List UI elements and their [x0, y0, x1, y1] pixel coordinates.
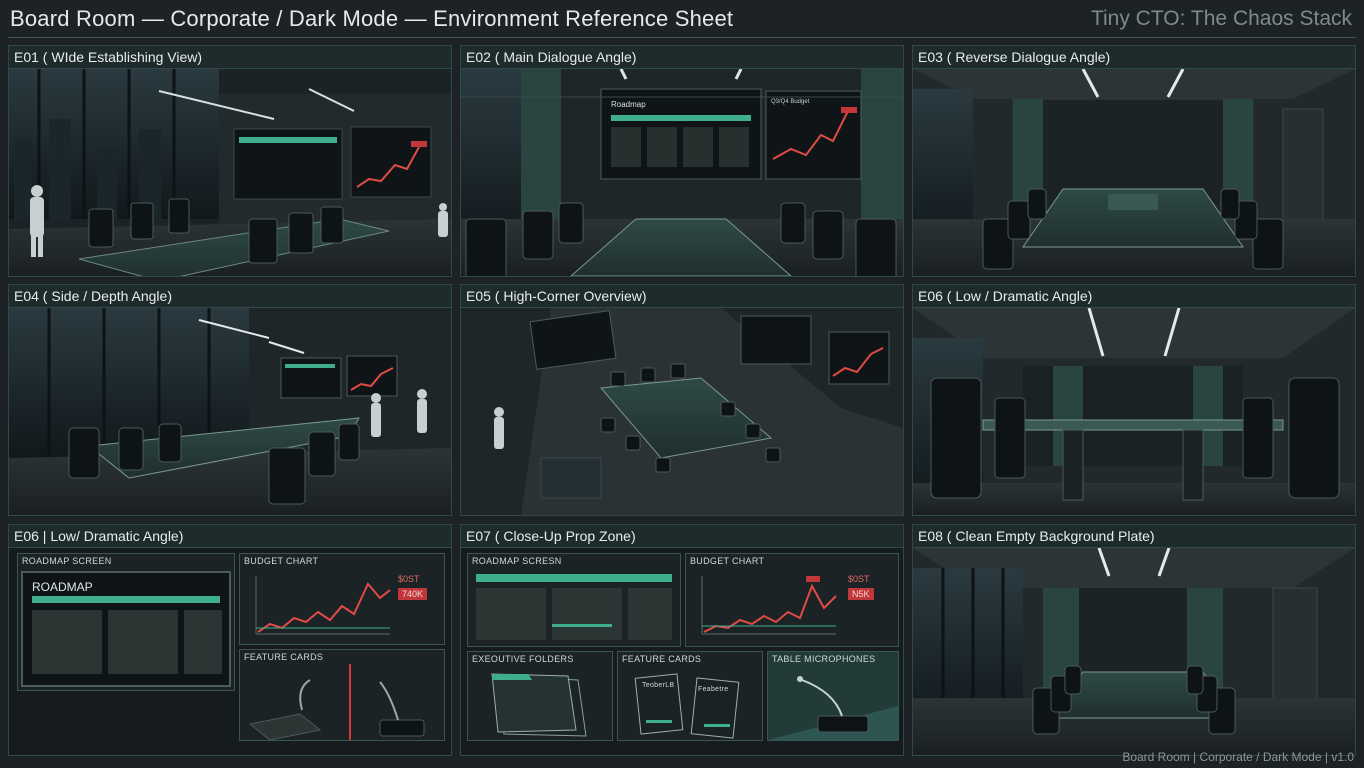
panel-e03[interactable]: E03 ( Reverse Dialogue Angle): [912, 45, 1356, 277]
roadmap-screen-label: ROADMAP SCREEN: [22, 556, 112, 566]
panel-title: E06 | Low/ Dramatic Angle): [9, 525, 451, 548]
cost-label: $0ST: [398, 574, 420, 584]
cost-value-badge: N5K: [848, 588, 874, 600]
microphones-label: TABLE MICROPHONES: [772, 654, 876, 664]
scene-high-corner: [461, 308, 903, 515]
panel-e05[interactable]: E05 ( High-Corner Overview): [460, 284, 904, 516]
panel-e04[interactable]: E04 ( Side / Depth Angle): [8, 284, 452, 516]
footer-version: Board Room | Corporate / Dark Mode | v1.…: [1122, 750, 1354, 764]
panel-title: E01 ( WIde Establishing View): [9, 46, 451, 69]
roadmap-screen-card: ROADMAP SCRESN: [467, 553, 681, 647]
screen-chart-label: Q3/Q4 Budget: [771, 99, 810, 105]
project-brand: Tiny CTO: The Chaos Stack: [1090, 7, 1352, 30]
feature-card-text-2: Feabetre: [698, 686, 729, 693]
header-divider: [8, 37, 1356, 38]
feature-card-text-1: TeoberLB: [642, 682, 675, 689]
budget-chart-card: BUDGET CHART $0ST N5K: [685, 553, 899, 647]
panel-title: E05 ( High-Corner Overview): [461, 285, 903, 308]
executive-folders-card: EXEOUTIVE FOLDERS: [467, 651, 613, 741]
panel-e08[interactable]: E08 ( Clean Empty Background Plate): [912, 524, 1356, 756]
feature-cards-card: FEATURE CARDS TeoberLB Feabetre: [617, 651, 763, 741]
folders-label: EXEOUTIVE FOLDERS: [472, 654, 574, 664]
panel-e06[interactable]: E06 ( Low / Dramatic Angle): [912, 284, 1356, 516]
panel-e01[interactable]: E01 ( WIde Establishing View): [8, 45, 452, 277]
scene-wide-establishing: [9, 69, 451, 276]
table-microphones-card: TABLE MICROPHONES: [767, 651, 899, 741]
feature-cards-label: FEATURE CARDS: [622, 654, 702, 664]
panel-e02[interactable]: E02 ( Main Dialogue Angle) Roadmap Q3/Q4…: [460, 45, 904, 277]
panel-title: E02 ( Main Dialogue Angle): [461, 46, 903, 69]
scene-side-depth: [9, 308, 451, 515]
roadmap-title: ROADMAP: [32, 580, 93, 594]
panel-e07[interactable]: E07 ( Close-Up Prop Zone) ROADMAP SCRESN…: [460, 524, 904, 756]
panel-title: E03 ( Reverse Dialogue Angle): [913, 46, 1355, 69]
budget-chart-label: BUDGET CHART: [244, 556, 319, 566]
panel-title: E08 ( Clean Empty Background Plate): [913, 525, 1355, 548]
feature-cards-card: FEATURE CARDS: [239, 649, 445, 741]
scene-empty-background: [913, 548, 1355, 755]
cost-label: $0ST: [848, 574, 870, 584]
panel-e06-props[interactable]: E06 | Low/ Dramatic Angle) ROADMAP SCREE…: [8, 524, 452, 756]
page-title: Board Room — Corporate / Dark Mode — Env…: [10, 6, 734, 31]
scene-low-dramatic: [913, 308, 1355, 515]
budget-chart-card: BUDGET CHART $0ST 740K: [239, 553, 445, 645]
scene-reverse-dialogue: [913, 69, 1355, 276]
panel-title: E06 ( Low / Dramatic Angle): [913, 285, 1355, 308]
scene-main-dialogue: Roadmap Q3/Q4 Budget: [461, 69, 903, 276]
panel-title: E07 ( Close-Up Prop Zone): [461, 525, 903, 548]
cost-value-badge: 740K: [398, 588, 428, 600]
roadmap-screen-label: ROADMAP SCRESN: [472, 556, 562, 566]
feature-cards-label: FEATURE CARDS: [244, 652, 324, 662]
panel-title: E04 ( Side / Depth Angle): [9, 285, 451, 308]
budget-chart-label: BUDGET CHART: [690, 556, 765, 566]
roadmap-screen-card: ROADMAP SCREEN ROADMAP: [17, 553, 235, 691]
screen-roadmap-label: Roadmap: [611, 100, 646, 109]
